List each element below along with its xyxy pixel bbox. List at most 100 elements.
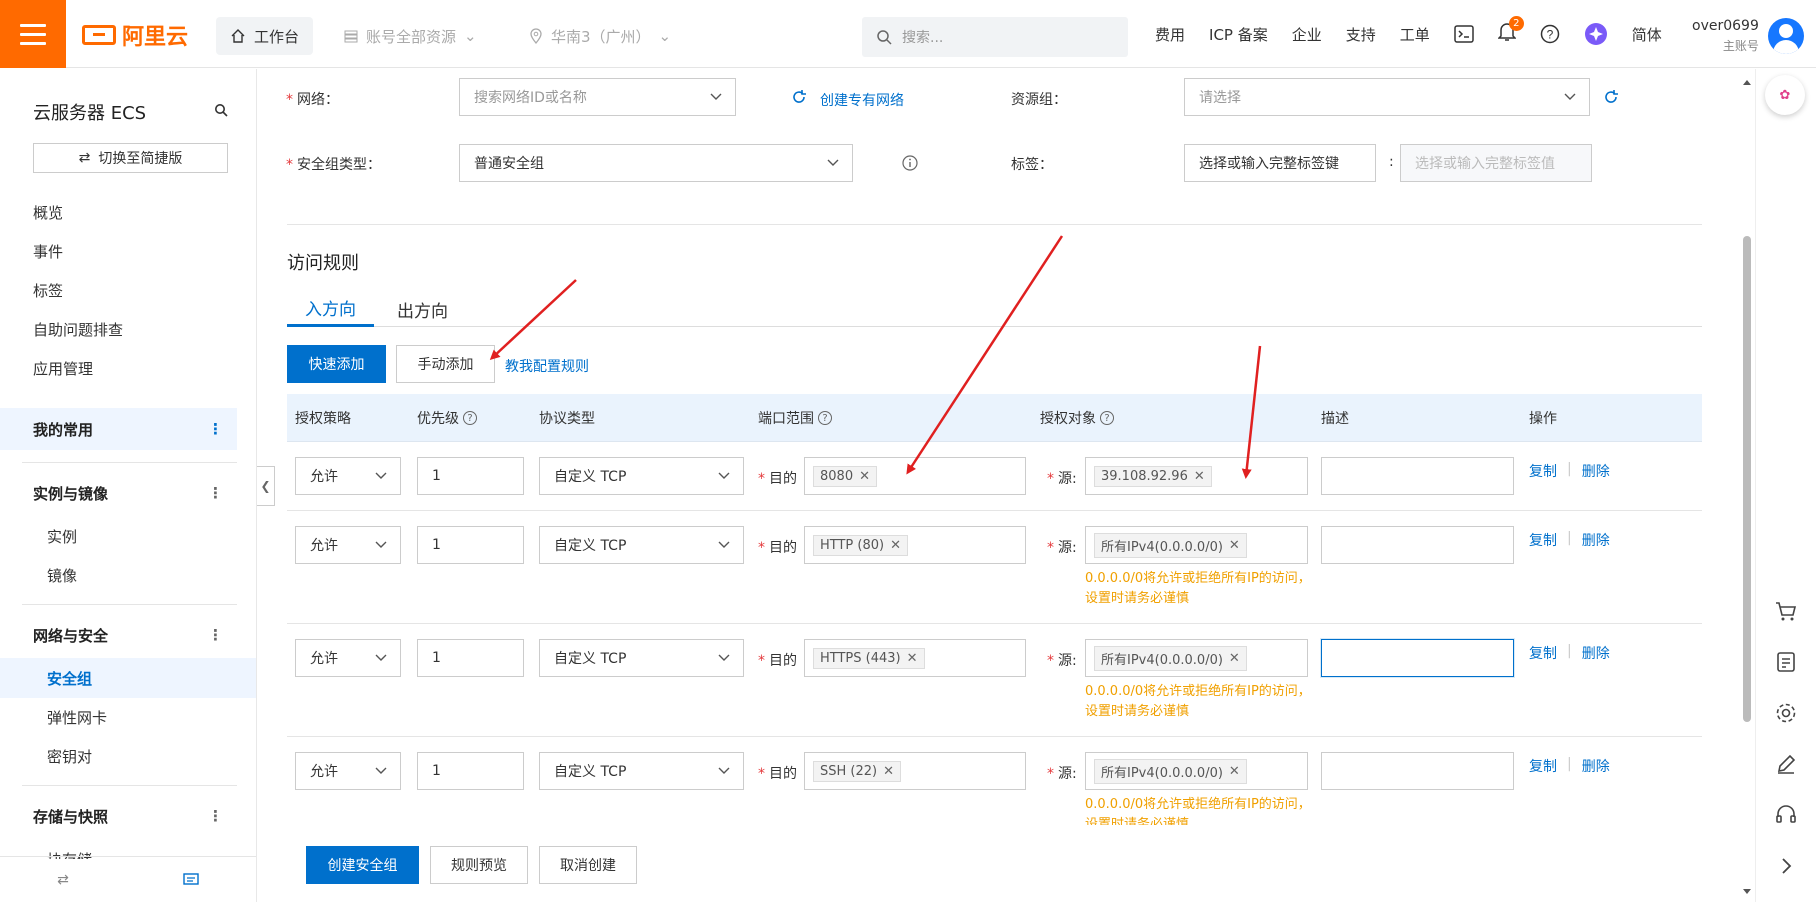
- priority-input[interactable]: 1: [417, 457, 524, 495]
- tab-outbound[interactable]: 出方向: [379, 291, 466, 327]
- sidebar-item-tags[interactable]: 标签: [33, 280, 63, 301]
- source-input[interactable]: 所有IPv4(0.0.0.0/0) ✕: [1085, 752, 1308, 790]
- delete-button[interactable]: 删除: [1582, 643, 1610, 663]
- switch-simple-button[interactable]: ⇄ 切换至简捷版: [33, 143, 228, 173]
- delete-button[interactable]: 删除: [1582, 461, 1610, 481]
- priority-input[interactable]: 1: [417, 639, 524, 677]
- user-menu[interactable]: over0699 主账号: [1692, 16, 1759, 56]
- close-icon[interactable]: ✕: [907, 651, 918, 666]
- refresh-icon[interactable]: [791, 89, 807, 105]
- port-input[interactable]: HTTPS (443) ✕: [804, 639, 1026, 677]
- create-vpc-link[interactable]: 创建专有网络: [820, 90, 904, 110]
- preview-rules-button[interactable]: 规则预览: [430, 846, 528, 884]
- sidebar-item-keypair[interactable]: 密钥对: [47, 746, 92, 767]
- link-support[interactable]: 支持: [1346, 24, 1376, 45]
- create-sg-button[interactable]: 创建安全组: [306, 846, 419, 884]
- protocol-select[interactable]: 自定义 TCP: [539, 639, 744, 677]
- close-icon[interactable]: ✕: [1229, 764, 1240, 779]
- port-input[interactable]: HTTP (80) ✕: [804, 526, 1026, 564]
- source-input[interactable]: 39.108.92.96 ✕: [1085, 457, 1308, 495]
- sidebar-item-troubleshoot[interactable]: 自助问题排查: [33, 319, 123, 340]
- more-icon[interactable]: ⋮: [208, 626, 223, 644]
- close-icon[interactable]: ✕: [859, 469, 870, 484]
- global-search-input[interactable]: 搜索...: [862, 17, 1128, 57]
- desc-input[interactable]: [1321, 457, 1514, 495]
- sidebar-group-network[interactable]: 网络与安全 ⋮: [0, 614, 237, 656]
- desc-input[interactable]: [1321, 752, 1514, 790]
- priority-input[interactable]: 1: [417, 526, 524, 564]
- link-ticket[interactable]: 工单: [1400, 24, 1430, 45]
- source-input[interactable]: 所有IPv4(0.0.0.0/0) ✕: [1085, 526, 1308, 564]
- language-switch[interactable]: 简体: [1632, 24, 1662, 45]
- delete-button[interactable]: 删除: [1582, 756, 1610, 776]
- terminal-icon[interactable]: [1454, 25, 1474, 43]
- sidebar-item-app-management[interactable]: 应用管理: [33, 358, 93, 379]
- source-input[interactable]: 所有IPv4(0.0.0.0/0) ✕: [1085, 639, 1308, 677]
- policy-select[interactable]: 允许: [295, 639, 401, 677]
- protocol-select[interactable]: 自定义 TCP: [539, 526, 744, 564]
- desc-input[interactable]: [1321, 526, 1514, 564]
- policy-select[interactable]: 允许: [295, 752, 401, 790]
- notification-bell[interactable]: 2: [1496, 16, 1524, 46]
- help-icon[interactable]: ?: [818, 411, 832, 425]
- tab-inbound[interactable]: 入方向: [287, 291, 374, 327]
- manual-add-button[interactable]: 手动添加: [396, 345, 495, 383]
- more-icon[interactable]: ⋮: [208, 807, 223, 825]
- account-scope-dropdown[interactable]: 账号全部资源 ⌄: [330, 17, 491, 55]
- refresh-icon[interactable]: [1603, 89, 1619, 105]
- desc-input[interactable]: [1321, 639, 1514, 677]
- info-icon[interactable]: [902, 155, 918, 171]
- copy-button[interactable]: 复制: [1529, 530, 1557, 550]
- more-icon[interactable]: ⋮: [208, 484, 223, 502]
- scrollbar-thumb[interactable]: [1743, 236, 1751, 722]
- sidebar-item-security-group[interactable]: 安全组: [47, 668, 92, 689]
- sg-type-select[interactable]: 普通安全组: [459, 144, 853, 182]
- protocol-select[interactable]: 自定义 TCP: [539, 457, 744, 495]
- cancel-create-button[interactable]: 取消创建: [539, 846, 637, 884]
- link-enterprise[interactable]: 企业: [1292, 24, 1322, 45]
- delete-button[interactable]: 删除: [1582, 530, 1610, 550]
- avatar[interactable]: [1768, 18, 1804, 54]
- copy-button[interactable]: 复制: [1529, 643, 1557, 663]
- tag-value-input[interactable]: 选择或输入完整标签值: [1400, 144, 1592, 182]
- policy-select[interactable]: 允许: [295, 526, 401, 564]
- scroll-up-icon[interactable]: [1742, 78, 1752, 86]
- protocol-select[interactable]: 自定义 TCP: [539, 752, 744, 790]
- resource-group-select[interactable]: 请选择: [1184, 78, 1590, 116]
- close-icon[interactable]: ✕: [883, 764, 894, 779]
- network-select[interactable]: 搜索网络ID或名称: [459, 78, 736, 116]
- swap-icon[interactable]: ⇄: [57, 872, 69, 888]
- sidebar-group-favorites[interactable]: 我的常用 ⋮: [0, 408, 237, 450]
- teach-rules-link[interactable]: 教我配置规则: [505, 356, 589, 376]
- workbench-button[interactable]: 工作台: [216, 17, 314, 55]
- close-icon[interactable]: ✕: [890, 538, 901, 553]
- close-icon[interactable]: ✕: [1194, 469, 1205, 484]
- close-icon[interactable]: ✕: [1229, 651, 1240, 666]
- help-icon[interactable]: ?: [1540, 24, 1560, 44]
- aliyun-logo[interactable]: 阿里云: [82, 22, 188, 50]
- sidebar-item-images[interactable]: 镜像: [47, 565, 77, 586]
- edit-icon[interactable]: [1774, 752, 1798, 776]
- quick-add-button[interactable]: 快速添加: [287, 345, 386, 383]
- more-icon[interactable]: ⋮: [208, 420, 223, 438]
- sidebar-group-instances[interactable]: 实例与镜像 ⋮: [0, 472, 237, 514]
- close-icon[interactable]: ✕: [1229, 538, 1240, 553]
- priority-input[interactable]: 1: [417, 752, 524, 790]
- link-billing[interactable]: 费用: [1155, 24, 1185, 45]
- help-icon[interactable]: ?: [463, 411, 477, 425]
- ai-assistant-icon[interactable]: [1584, 22, 1608, 46]
- headset-icon[interactable]: [1774, 803, 1798, 827]
- ai-helper-icon[interactable]: ✿: [1765, 75, 1805, 115]
- sidebar-item-instances[interactable]: 实例: [47, 526, 77, 547]
- policy-select[interactable]: 允许: [295, 457, 401, 495]
- region-dropdown[interactable]: 华南3（广州） ⌄: [515, 17, 685, 55]
- page-scrollbar[interactable]: [1742, 78, 1752, 894]
- gear-icon[interactable]: [1774, 701, 1798, 725]
- link-icp[interactable]: ICP 备案: [1209, 24, 1268, 45]
- sidebar-search-icon[interactable]: [214, 103, 228, 117]
- help-icon[interactable]: ?: [1100, 411, 1114, 425]
- tag-key-input[interactable]: 选择或输入完整标签键: [1184, 144, 1376, 182]
- feedback-icon[interactable]: [183, 872, 199, 887]
- menu-icon[interactable]: [0, 0, 66, 68]
- sidebar-group-storage[interactable]: 存储与快照 ⋮: [0, 795, 237, 837]
